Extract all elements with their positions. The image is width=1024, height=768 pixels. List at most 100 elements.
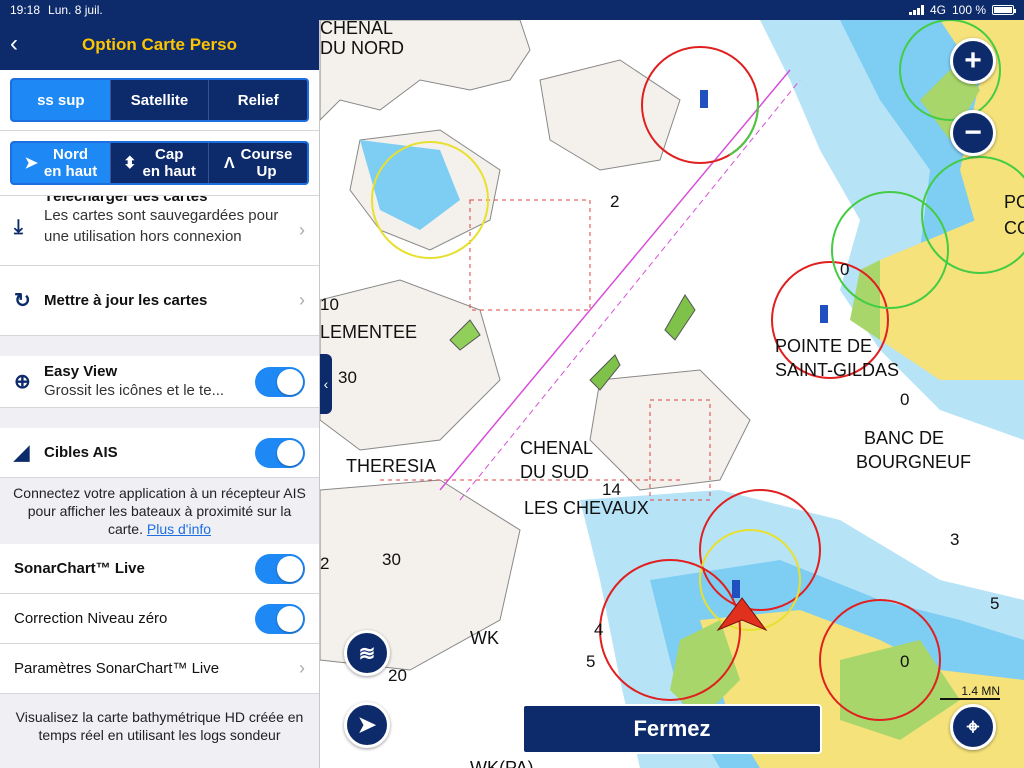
chart-label: CO [1004, 218, 1024, 238]
depth-sounding: 0 [840, 260, 850, 279]
chart-label: BANC DE [864, 428, 945, 448]
heading-icon: ⬍ [123, 154, 137, 172]
chart-label: BOURGNEUF [856, 452, 972, 472]
page-title: Option Carte Perso [82, 35, 237, 54]
download-icon: ⤓ [14, 216, 23, 238]
sonar-title: SonarChart™ Live [14, 560, 145, 577]
settings-panel: ‹ Option Carte Perso ss sup Satellite Re… [0, 20, 320, 768]
depth-sounding: 30 [338, 368, 357, 387]
signal-icon [908, 5, 924, 15]
orientation-sublabel: en haut [43, 163, 98, 180]
orientation-label: Course [240, 146, 293, 163]
map-type-control: ss sup Satellite Relief [0, 70, 319, 131]
chart-label: POINTE DE [775, 336, 873, 356]
close-button[interactable]: Fermez [522, 704, 822, 754]
depth-sounding: 2 [610, 192, 620, 211]
network-label: 4G [929, 3, 946, 17]
download-title: Télécharger des cartes [44, 196, 208, 205]
correction-row: Correction Niveau zéro [0, 594, 319, 644]
orientation-course-up[interactable]: Λ Course Up [209, 143, 307, 183]
easy-view-title: Easy View [44, 362, 118, 380]
chart-label: DU SUD [520, 462, 590, 482]
locate-button[interactable]: ➤ [344, 702, 390, 748]
easy-view-row: ⊕ Easy View Grossit les icônes et le te.… [0, 356, 319, 408]
chevron-right-icon: › [299, 658, 305, 678]
orientation-control: ➤ Nord en haut ⬍ Cap en haut Λ Course Up [0, 131, 319, 196]
compass-icon: ⌖ [966, 714, 980, 739]
orientation-north-up[interactable]: ➤ Nord en haut [12, 143, 111, 183]
depth-sounding: 4 [594, 620, 604, 639]
depth-sounding: 30 [382, 550, 401, 569]
easy-view-toggle[interactable] [255, 366, 305, 397]
ais-info: Connectez votre application à un récepte… [0, 478, 319, 544]
depth-sounding: 5 [586, 652, 596, 671]
easy-view-desc: Grossit les icônes et le te... [44, 381, 225, 399]
waves-icon: ≋ [358, 642, 376, 665]
chart-label: CHENAL [520, 438, 594, 458]
map-type-satellite[interactable]: Satellite [111, 80, 210, 120]
battery-label: 100 % [951, 3, 986, 17]
ship-icon: ◢ [14, 442, 30, 464]
update-title: Mettre à jour les cartes [44, 292, 208, 309]
chart-label: CHENAL [320, 20, 394, 38]
course-icon: Λ [224, 154, 235, 172]
correction-toggle[interactable] [255, 603, 305, 634]
more-info-link[interactable]: Plus d'info [147, 521, 211, 537]
compass-button[interactable]: ⌖ [950, 704, 996, 750]
depth-sounding: 14 [602, 480, 621, 499]
chart-label: WK(PA) [470, 758, 534, 768]
collapse-panel-handle[interactable]: ‹ [320, 354, 332, 414]
status-bar: 19:18 Lun. 8 juil. 4G 100 % [0, 0, 1024, 20]
depth-sounding: 0 [900, 652, 910, 671]
chart-label: WK [470, 628, 499, 648]
ais-row: ◢ Cibles AIS [0, 428, 319, 478]
chart-map[interactable]: CHENAL DU NORD LEMENTEE POINTE DE SAINT-… [320, 20, 1024, 768]
status-date: Lun. 8 juil. [48, 3, 103, 17]
sonar-toggle[interactable] [255, 553, 305, 584]
download-maps-row[interactable]: ⤓ Télécharger des cartes Les cartes sont… [0, 196, 319, 266]
battery-icon [992, 5, 1016, 15]
orientation-label: Nord [53, 146, 89, 163]
status-time: 19:18 [10, 3, 41, 17]
chart-label: DU NORD [320, 38, 404, 58]
orientation-sublabel: Up [256, 163, 277, 180]
sonar-layer-button[interactable]: ≋ [344, 630, 390, 676]
ais-toggle[interactable] [255, 437, 305, 468]
chart-label: THERESIA [346, 456, 437, 476]
scale-bar: 1.4 MN [940, 684, 1000, 700]
depth-sounding: 5 [990, 594, 1000, 613]
depth-sounding: 20 [388, 666, 407, 685]
orientation-heading-up[interactable]: ⬍ Cap en haut [111, 143, 210, 183]
chart-background [320, 20, 1024, 768]
correction-title: Correction Niveau zéro [14, 610, 168, 627]
sonar-info: Visualisez la carte bathymétrique HD cré… [0, 702, 319, 750]
depth-sounding: 2 [320, 554, 330, 573]
chevron-left-icon[interactable]: ‹ [10, 32, 34, 58]
zoom-out-button[interactable]: − [950, 110, 996, 156]
chart-label: LEMENTEE [320, 322, 418, 342]
zoom-in-icon: ⊕ [14, 371, 31, 393]
chevron-right-icon: › [299, 290, 305, 310]
depth-sounding: 3 [950, 530, 960, 549]
update-maps-row[interactable]: ↻ Mettre à jour les cartes › [0, 266, 319, 336]
navigation-arrow-icon: ➤ [357, 712, 377, 737]
map-type-relief[interactable]: Relief [209, 80, 307, 120]
sonar-params-title: Paramètres SonarChart™ Live [14, 660, 220, 677]
depth-sounding: 0 [900, 390, 910, 409]
download-desc: Les cartes sont sauvegardées pour une ut… [44, 207, 279, 245]
chevron-right-icon: › [299, 220, 305, 240]
chart-label: SAINT-GILDAS [775, 360, 900, 380]
sonar-params-row[interactable]: Paramètres SonarChart™ Live › [0, 644, 319, 694]
sonar-row: SonarChart™ Live [0, 544, 319, 594]
nav-bar: ‹ Option Carte Perso [0, 20, 319, 70]
orientation-label: Cap [155, 146, 184, 163]
zoom-in-button[interactable]: + [950, 38, 996, 84]
ais-title: Cibles AIS [44, 444, 118, 461]
orientation-sublabel: en haut [142, 163, 196, 180]
depth-sounding: 10 [320, 295, 339, 314]
arrow-north-icon: ➤ [24, 154, 38, 172]
map-type-ss-sup[interactable]: ss sup [12, 80, 111, 120]
chart-label: PO [1004, 192, 1024, 212]
refresh-icon: ↻ [14, 290, 31, 312]
chart-label: LES CHEVAUX [524, 498, 649, 518]
